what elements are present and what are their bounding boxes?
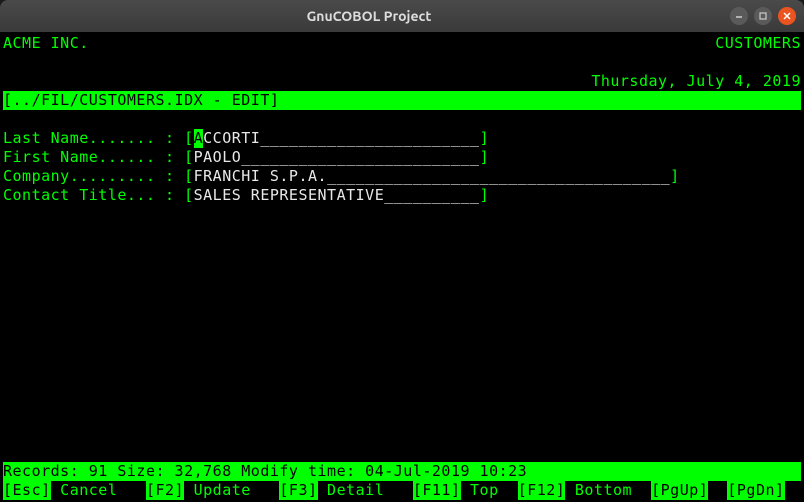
status-text: Records: 91 Size: 32,768 Modify time: 04… xyxy=(3,462,527,481)
last-name-pad[interactable]: _______________________ xyxy=(260,129,479,148)
key-pgdn[interactable]: [PgDn] xyxy=(727,481,784,500)
key-esc-label: Cancel xyxy=(51,481,146,500)
blank-row-2 xyxy=(3,110,801,129)
file-title: [../FIL/CUSTOMERS.IDX - EDIT] xyxy=(3,91,801,110)
bracket-close: ] xyxy=(670,167,680,186)
header-module: CUSTOMERS xyxy=(715,34,801,53)
date-row: Thursday, July 4, 2019 xyxy=(3,72,801,91)
bracket-open: [ xyxy=(184,148,194,167)
footer: Records: 91 Size: 32,768 Modify time: 04… xyxy=(3,462,801,500)
cursor: A xyxy=(194,129,204,148)
key-f2[interactable]: [F2] xyxy=(146,481,184,500)
key-f3-label: Detail xyxy=(318,481,413,500)
contact-title-label: Contact Title... : xyxy=(3,186,184,205)
contact-title-input[interactable]: SALES REPRESENTATIVE xyxy=(194,186,385,205)
company-input[interactable]: FRANCHI S.P.A. xyxy=(194,167,327,186)
first-name-pad[interactable]: _________________________ xyxy=(241,148,479,167)
terminal-screen: ACME INC. CUSTOMERS Thursday, July 4, 20… xyxy=(0,32,804,502)
bracket-open: [ xyxy=(184,167,194,186)
window-title: GnuCOBOL Project xyxy=(8,8,730,24)
blank-row xyxy=(3,53,801,72)
field-company: Company......... : [ FRANCHI S.P.A. ____… xyxy=(3,167,801,186)
first-name-label: First Name...... : xyxy=(3,148,184,167)
status-line: Records: 91 Size: 32,768 Modify time: 04… xyxy=(3,462,801,481)
bracket-open: [ xyxy=(184,129,194,148)
first-name-input[interactable]: PAOLO xyxy=(194,148,242,167)
key-f3[interactable]: [F3] xyxy=(279,481,317,500)
key-f11[interactable]: [F11] xyxy=(413,481,461,500)
minimize-icon[interactable] xyxy=(730,7,748,25)
key-f11-label: Top xyxy=(461,481,518,500)
key-pgup[interactable]: [PgUp] xyxy=(651,481,708,500)
last-name-label: Last Name....... : xyxy=(3,129,184,148)
field-first-name: First Name...... : [ PAOLO _____________… xyxy=(3,148,801,167)
maximize-icon[interactable] xyxy=(754,7,772,25)
company-label: Company......... : xyxy=(3,167,184,186)
file-title-row: [../FIL/CUSTOMERS.IDX - EDIT] xyxy=(3,91,801,110)
header-company: ACME INC. xyxy=(3,34,89,53)
key-esc[interactable]: [Esc] xyxy=(3,481,51,500)
field-last-name: Last Name....... : [ A CCORTI __________… xyxy=(3,129,801,148)
key-f12[interactable]: [F12] xyxy=(518,481,566,500)
bracket-close: ] xyxy=(480,186,490,205)
window-titlebar: GnuCOBOL Project xyxy=(0,0,804,32)
header-date: Thursday, July 4, 2019 xyxy=(591,72,801,91)
field-contact-title: Contact Title... : [ SALES REPRESENTATIV… xyxy=(3,186,801,205)
contact-title-pad[interactable]: __________ xyxy=(384,186,479,205)
key-pgup-label xyxy=(708,481,727,500)
key-f12-label: Bottom xyxy=(565,481,651,500)
bracket-open: [ xyxy=(184,186,194,205)
header-row: ACME INC. CUSTOMERS xyxy=(3,34,801,53)
key-f2-label: Update xyxy=(184,481,279,500)
last-name-input[interactable]: CCORTI xyxy=(203,129,260,148)
close-icon[interactable] xyxy=(778,7,796,25)
bracket-close: ] xyxy=(480,148,490,167)
company-pad[interactable]: ____________________________________ xyxy=(327,167,670,186)
window-buttons xyxy=(730,7,796,25)
bracket-close: ] xyxy=(480,129,490,148)
key-bar: [Esc] Cancel [F2] Update [F3] Detail [F1… xyxy=(3,481,801,500)
